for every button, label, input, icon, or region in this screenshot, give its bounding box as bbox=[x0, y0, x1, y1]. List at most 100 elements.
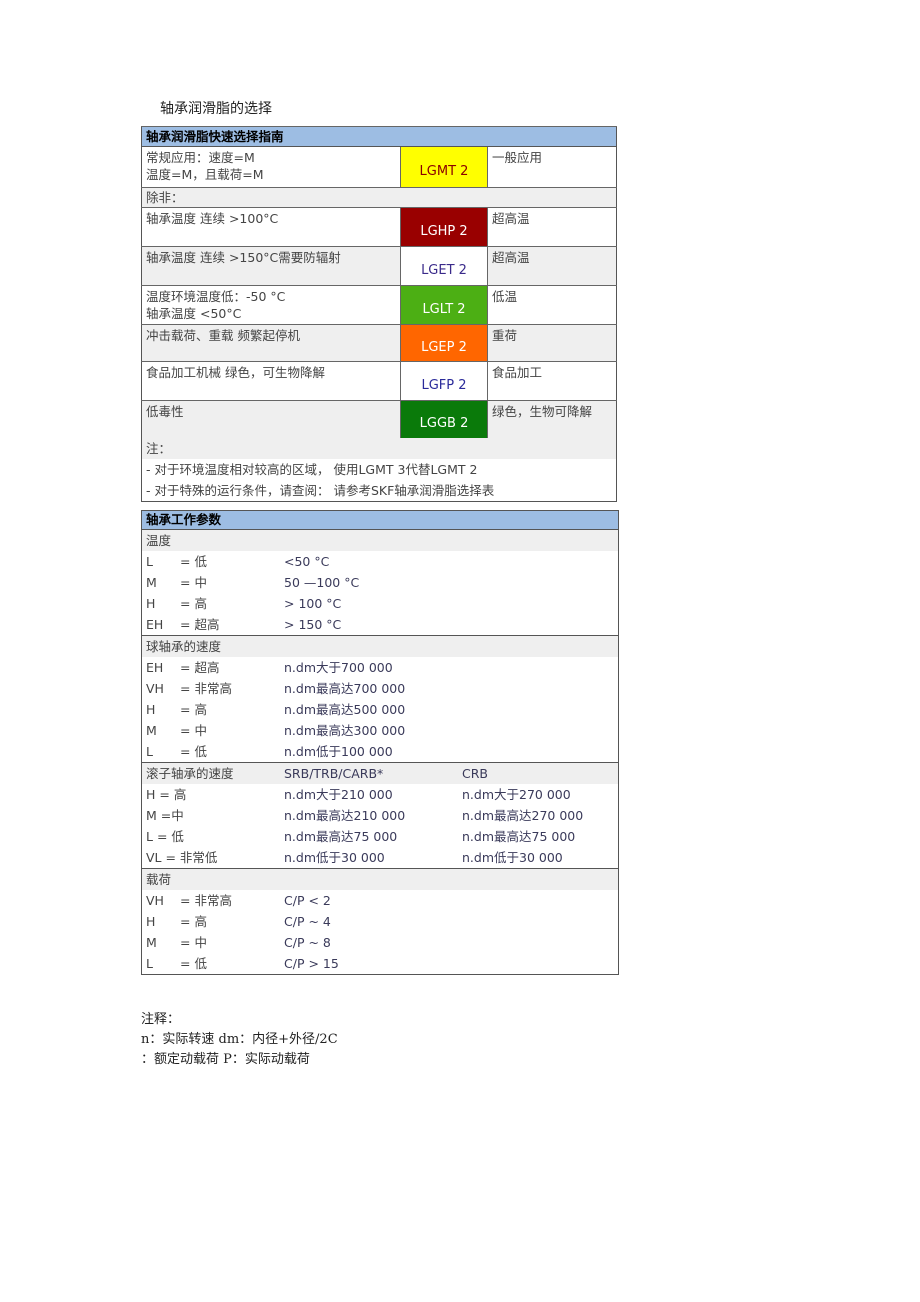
level-label: VL = 非常低 bbox=[146, 850, 218, 865]
level-value: C/P ~ 8 bbox=[284, 935, 331, 950]
level-value: n.dm低于100 000 bbox=[284, 744, 393, 759]
note-text: - 对于特殊的运行条件，请查阅： 请参考SKF轴承润滑脂选择表 bbox=[141, 480, 617, 502]
level-name: = 高 bbox=[180, 914, 207, 929]
note-text: - 对于环境温度相对较高的区域， 使用LGMT 3代替LGMT 2 bbox=[141, 459, 617, 480]
note-row: - 对于环境温度相对较高的区域， 使用LGMT 3代替LGMT 2 bbox=[141, 459, 617, 480]
footnotes-label: 注释： bbox=[141, 1012, 181, 1027]
condition-cell: 轴承温度 连续 >150°C需要防辐射 bbox=[141, 246, 401, 286]
condition-text: 食品加工机械 绿色，可生物降解 bbox=[146, 365, 325, 380]
footnotes: 注释： n：实际转速 dm：内径+外径/2C ：额定动载荷 P：实际动载荷 bbox=[141, 1010, 338, 1070]
level-name: = 高 bbox=[180, 702, 207, 717]
load-row: M = 中 C/P ~ 8 bbox=[142, 932, 619, 953]
level-code: EH bbox=[146, 660, 164, 675]
level-label: H = 高 bbox=[146, 787, 187, 802]
application-cell: 食品加工 bbox=[487, 361, 617, 401]
condition-cell: 轴承温度 连续 >100°C bbox=[141, 207, 401, 247]
level-value: > 150 °C bbox=[284, 617, 342, 632]
level-value: n.dm大于700 000 bbox=[284, 660, 393, 675]
crb-value: n.dm最高达75 000 bbox=[462, 829, 576, 844]
level-name: = 中 bbox=[180, 935, 207, 950]
grease-code-cell: LGMT 2 bbox=[400, 146, 488, 188]
condition-text: 低毒性 bbox=[146, 404, 184, 419]
condition-cell: 常规应用：速度=M 温度=M，且载荷=M bbox=[141, 146, 401, 188]
unless-label: 除非： bbox=[141, 187, 617, 208]
roller-speed-row: L = 低 n.dm最高达75 000 n.dm最高达75 000 bbox=[142, 826, 619, 847]
ball-speed-row: L = 低 n.dm低于100 000 bbox=[142, 741, 619, 763]
level-value: 50 —100 °C bbox=[284, 575, 360, 590]
load-label: 载荷 bbox=[141, 868, 619, 890]
level-value: C/P < 2 bbox=[284, 893, 331, 908]
level-code: L bbox=[146, 554, 153, 569]
params-header: 轴承工作参数 bbox=[141, 510, 619, 530]
guide-header-row: 轴承润滑脂快速选择指南 bbox=[141, 126, 617, 147]
level-code: EH bbox=[146, 617, 164, 632]
condition-text: 冲击载荷、重载 频繁起停机 bbox=[146, 328, 300, 343]
temperature-row: H = 高 > 100 °C bbox=[142, 593, 619, 614]
level-name: = 低 bbox=[180, 744, 207, 759]
roller-speed-row: VL = 非常低 n.dm低于30 000 n.dm低于30 000 bbox=[142, 847, 619, 869]
srb-value: n.dm大于210 000 bbox=[284, 787, 393, 802]
condition-text: 轴承温度 连续 >150°C需要防辐射 bbox=[146, 250, 341, 265]
roller-speed-label: 滚子轴承的速度 bbox=[141, 762, 280, 784]
roller-speed-section-row: 滚子轴承的速度 SRB/TRB/CARB* CRB bbox=[141, 762, 619, 784]
ball-speed-label: 球轴承的速度 bbox=[141, 635, 619, 657]
grease-code-cell: LGHP 2 bbox=[400, 207, 488, 247]
level-name: = 低 bbox=[180, 956, 207, 971]
level-code: VH bbox=[146, 681, 164, 696]
condition-text: 常规应用：速度=M bbox=[146, 150, 255, 165]
guide-row: 冲击载荷、重载 频繁起停机 LGEP 2 重荷 bbox=[141, 324, 617, 362]
srb-value: n.dm最高达75 000 bbox=[284, 829, 398, 844]
crb-value: n.dm大于270 000 bbox=[462, 787, 571, 802]
footnote-line: ：额定动载荷 P：实际动载荷 bbox=[141, 1052, 310, 1067]
notes-label-row: 注： bbox=[141, 438, 617, 459]
temperature-row: EH = 超高 > 150 °C bbox=[142, 614, 619, 636]
column-header-srb: SRB/TRB/CARB* bbox=[280, 762, 458, 784]
ball-speed-section-row: 球轴承的速度 bbox=[141, 635, 619, 657]
document-title: 轴承润滑脂的选择 bbox=[160, 101, 272, 117]
notes-label: 注： bbox=[141, 438, 617, 459]
column-header-crb: CRB bbox=[458, 762, 619, 784]
level-value: n.dm最高达700 000 bbox=[284, 681, 406, 696]
guide-row: 食品加工机械 绿色，可生物降解 LGFP 2 食品加工 bbox=[141, 361, 617, 401]
roller-speed-row: M =中 n.dm最高达210 000 n.dm最高达270 000 bbox=[142, 805, 619, 826]
condition-text: 轴承温度 连续 >100°C bbox=[146, 211, 279, 226]
guide-row: 温度环境温度低：-50 °C 轴承温度 <50°C LGLT 2 低温 bbox=[141, 285, 617, 325]
level-label: M =中 bbox=[146, 808, 184, 823]
level-name: = 中 bbox=[180, 575, 207, 590]
level-code: H bbox=[146, 914, 156, 929]
level-name: = 中 bbox=[180, 723, 207, 738]
srb-value: n.dm低于30 000 bbox=[284, 850, 385, 865]
temperature-label: 温度 bbox=[141, 529, 619, 551]
guide-row: 轴承温度 连续 >100°C LGHP 2 超高温 bbox=[141, 207, 617, 247]
srb-value: n.dm最高达210 000 bbox=[284, 808, 406, 823]
guide-row: 常规应用：速度=M 温度=M，且载荷=M LGMT 2 一般应用 bbox=[141, 146, 617, 188]
level-code: M bbox=[146, 935, 157, 950]
level-code: L bbox=[146, 956, 153, 971]
application-cell: 绿色，生物可降解 bbox=[487, 400, 617, 438]
footnote-line: n：实际转速 dm：内径+外径/2C bbox=[141, 1032, 338, 1047]
level-code: H bbox=[146, 596, 156, 611]
temperature-row: L = 低 <50 °C bbox=[142, 551, 619, 572]
level-value: n.dm最高达500 000 bbox=[284, 702, 406, 717]
level-value: <50 °C bbox=[284, 554, 330, 569]
level-code: M bbox=[146, 723, 157, 738]
note-row: - 对于特殊的运行条件，请查阅： 请参考SKF轴承润滑脂选择表 bbox=[141, 480, 617, 502]
load-row: VH = 非常高 C/P < 2 bbox=[142, 890, 619, 911]
ball-speed-row: VH = 非常高 n.dm最高达700 000 bbox=[142, 678, 619, 699]
ball-speed-row: H = 高 n.dm最高达500 000 bbox=[142, 699, 619, 720]
level-value: n.dm最高达300 000 bbox=[284, 723, 406, 738]
application-cell: 一般应用 bbox=[487, 146, 617, 188]
load-section-row: 载荷 bbox=[141, 868, 619, 890]
application-cell: 超高温 bbox=[487, 246, 617, 286]
grease-code-cell: LGEP 2 bbox=[400, 324, 488, 362]
application-cell: 重荷 bbox=[487, 324, 617, 362]
level-value: C/P > 15 bbox=[284, 956, 339, 971]
level-code: H bbox=[146, 702, 156, 717]
level-code: VH bbox=[146, 893, 164, 908]
level-name: = 超高 bbox=[180, 617, 220, 632]
level-value: > 100 °C bbox=[284, 596, 342, 611]
ball-speed-row: M = 中 n.dm最高达300 000 bbox=[142, 720, 619, 741]
condition-cell: 温度环境温度低：-50 °C 轴承温度 <50°C bbox=[141, 285, 401, 325]
load-row: L = 低 C/P > 15 bbox=[142, 953, 619, 975]
crb-value: n.dm低于30 000 bbox=[462, 850, 563, 865]
